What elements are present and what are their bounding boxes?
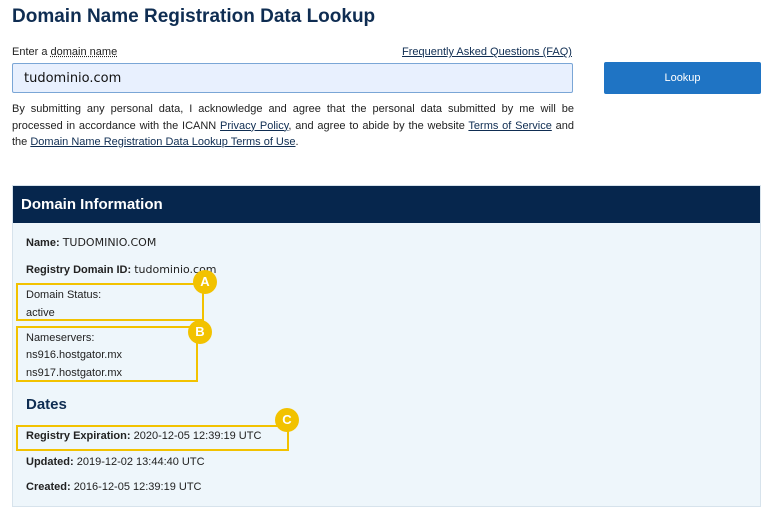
- highlight-box-c: [16, 425, 289, 451]
- domain-search-input[interactable]: [12, 63, 573, 93]
- registry-domain-id-row: Registry Domain ID: tudominio.com: [26, 263, 217, 276]
- domain-input-label: Enter a domain name: [12, 46, 117, 58]
- highlight-box-a: [16, 283, 204, 321]
- lookup-button[interactable]: Lookup: [604, 62, 761, 94]
- created-row: Created: 2016-12-05 12:39:19 UTC: [26, 481, 202, 493]
- highlight-box-b: [16, 326, 198, 382]
- updated-label: Updated:: [26, 456, 74, 468]
- privacy-policy-link[interactable]: Privacy Policy: [220, 120, 288, 132]
- name-label: Name:: [26, 237, 60, 249]
- annotation-badge-c: C: [275, 408, 299, 432]
- name-value: TUDOMINIO.COM: [62, 236, 157, 249]
- annotation-badge-a: A: [193, 270, 217, 294]
- domain-information-header: Domain Information: [13, 186, 760, 223]
- faq-link[interactable]: Frequently Asked Questions (FAQ): [402, 46, 572, 58]
- annotation-badge-b: B: [188, 320, 212, 344]
- terms-of-service-link[interactable]: Terms of Service: [468, 120, 551, 132]
- created-value: 2016-12-05 12:39:19 UTC: [73, 481, 202, 493]
- lookup-terms-link[interactable]: Domain Name Registration Data Lookup Ter…: [30, 136, 295, 148]
- disclaimer-text-2: , and agree to abide by the website: [288, 119, 469, 132]
- created-label: Created:: [26, 481, 71, 493]
- registry-id-label: Registry Domain ID:: [26, 264, 132, 276]
- updated-row: Updated: 2019-12-02 13:44:40 UTC: [26, 456, 205, 468]
- domain-name-term: domain name: [50, 46, 118, 58]
- disclaimer-text-4: .: [295, 136, 299, 148]
- updated-value: 2019-12-02 13:44:40 UTC: [76, 456, 205, 468]
- page-title: Domain Name Registration Data Lookup: [12, 6, 376, 27]
- dates-heading: Dates: [26, 396, 67, 413]
- name-row: Name: TUDOMINIO.COM: [26, 236, 156, 249]
- label-prefix: Enter a: [12, 46, 51, 58]
- privacy-disclaimer: By submitting any personal data, I ackno…: [12, 101, 574, 151]
